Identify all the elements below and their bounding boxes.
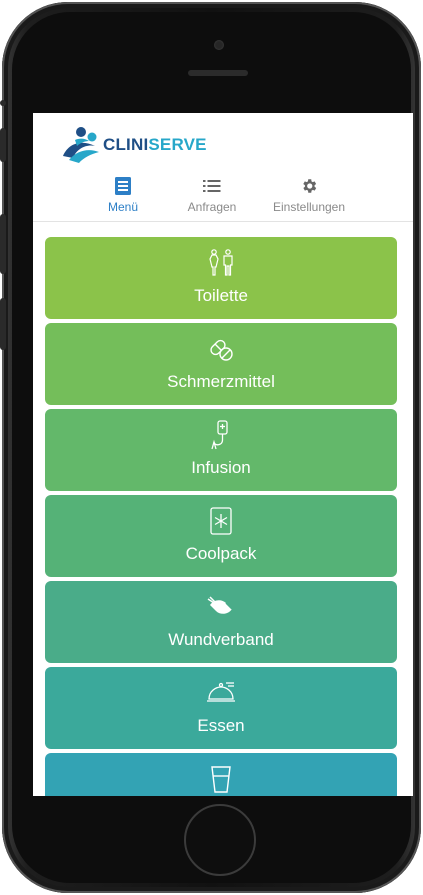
menu-item-label: Wundverband xyxy=(168,630,274,649)
menu-item-label: Essen xyxy=(197,716,245,735)
menu-item-wound-dressing[interactable]: Wundverband xyxy=(45,581,397,663)
menu-item-label: Coolpack xyxy=(185,544,257,563)
earpiece-speaker xyxy=(188,70,248,76)
menu-item-food[interactable]: Essen xyxy=(45,667,397,749)
tab-requests-label: Anfragen xyxy=(187,200,237,214)
menu-item-infusion[interactable]: Infusion xyxy=(45,409,397,491)
home-button[interactable] xyxy=(184,804,256,876)
menu-item-toilet[interactable]: Toilette xyxy=(45,237,397,319)
toilet-people-icon xyxy=(209,249,233,276)
water-glass-icon xyxy=(211,766,231,793)
volume-down-button xyxy=(0,298,6,350)
side-switch xyxy=(0,100,6,106)
app-screen: CLINISERVE Menü Anfragen Einstellungen T… xyxy=(33,113,413,796)
menu-item-painkiller[interactable]: Schmerzmittel xyxy=(45,323,397,405)
menu-doc-icon xyxy=(115,177,131,195)
logo-text-serve: SERVE xyxy=(148,135,207,154)
menu-item-label: Toilette xyxy=(194,286,248,305)
tab-requests[interactable]: Anfragen xyxy=(177,175,247,214)
food-cloche-icon xyxy=(207,682,235,702)
iv-drip-icon xyxy=(211,420,228,450)
snowflake-icon xyxy=(210,507,232,535)
menu-item-label: Schmerzmittel xyxy=(167,372,275,391)
logo-figures-icon xyxy=(63,127,99,163)
tab-settings-label: Einstellungen xyxy=(272,200,346,214)
volume-up-button-2 xyxy=(0,214,6,274)
tab-menu[interactable]: Menü xyxy=(93,175,153,214)
logo-text: CLINISERVE xyxy=(103,135,207,155)
tab-menu-label: Menü xyxy=(107,200,139,214)
volume-up-button xyxy=(0,128,6,162)
front-camera xyxy=(214,40,224,50)
menu-item-water[interactable] xyxy=(45,753,397,796)
top-navigation: Menü Anfragen Einstellungen xyxy=(93,175,353,217)
gear-icon xyxy=(303,179,317,193)
tab-settings[interactable]: Einstellungen xyxy=(263,175,355,214)
list-icon xyxy=(203,180,221,192)
pill-icon xyxy=(210,339,233,361)
bandage-icon xyxy=(207,596,233,614)
logo-text-clini: CLINI xyxy=(103,135,149,154)
app-header: CLINISERVE Menü Anfragen Einstellungen xyxy=(33,113,413,222)
menu-item-label: Infusion xyxy=(191,458,251,477)
cliniserve-logo: CLINISERVE xyxy=(61,125,207,165)
menu-item-coolpack[interactable]: Coolpack xyxy=(45,495,397,577)
